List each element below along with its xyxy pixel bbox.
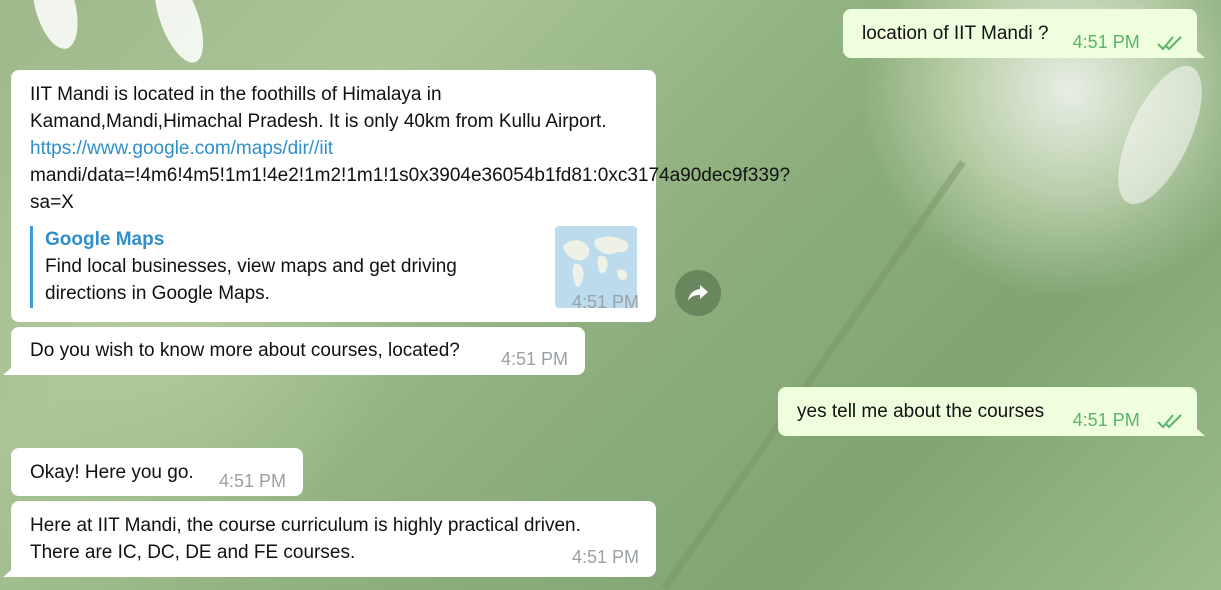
preview-title: Google Maps [45, 229, 165, 250]
incoming-message[interactable]: Here at IIT Mandi, the course curriculum… [3, 501, 656, 577]
incoming-message[interactable]: Do you wish to know more about courses, … [3, 327, 585, 375]
share-arrow-icon [688, 285, 708, 301]
share-button[interactable] [675, 270, 721, 316]
message-time: 4:51 PM [571, 292, 639, 312]
message-link[interactable]: https://www.google.com/maps/dir//iit [30, 138, 333, 159]
message-text: yes tell me about the courses [797, 401, 1045, 422]
outgoing-message[interactable]: yes tell me about the courses 4:51 PM [778, 387, 1205, 436]
double-check-icon [1157, 36, 1182, 51]
incoming-message[interactable]: IIT Mandi is located in the foothills of… [11, 70, 790, 322]
message-time: 4:51 PM [571, 547, 639, 567]
outgoing-message[interactable]: location of IIT Mandi ? 4:51 PM [843, 9, 1205, 58]
link-preview[interactable]: Google Maps Find local businesses, view … [30, 226, 637, 308]
message-text: location of IIT Mandi ? [862, 23, 1049, 44]
message-time: 4:51 PM [1072, 410, 1140, 430]
message-time: 4:51 PM [500, 349, 568, 369]
message-time: 4:51 PM [218, 471, 286, 491]
message-text: Okay! Here you go. [30, 462, 194, 483]
message-text: Do you wish to know more about courses, … [30, 340, 460, 361]
preview-description: Find local businesses, view maps and get… [45, 256, 457, 304]
double-check-icon [1157, 414, 1182, 429]
incoming-message[interactable]: Okay! Here you go. 4:51 PM [11, 448, 303, 496]
message-text: IIT Mandi is located in the foothills of… [30, 84, 607, 132]
message-text: Here at IIT Mandi, the course curriculum… [30, 515, 581, 563]
message-time: 4:51 PM [1072, 32, 1140, 52]
